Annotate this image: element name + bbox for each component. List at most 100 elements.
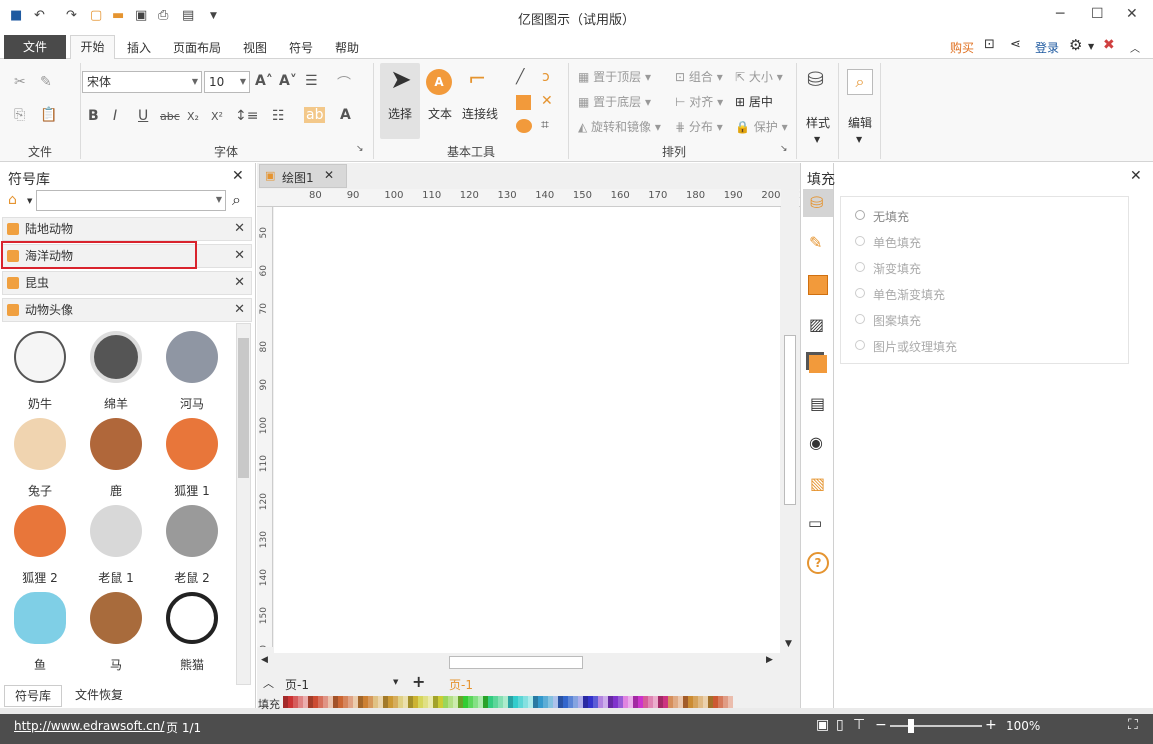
fill-option-single-gradient[interactable]: 单色渐变填充 [855,286,945,303]
scroll-down-icon[interactable]: ▼ [785,639,792,649]
settings-gear-icon[interactable]: ⚙ [1069,36,1082,54]
line-style-icon[interactable]: ✎ [809,233,822,252]
scrollbar-thumb[interactable] [449,656,583,669]
protect-button[interactable]: 🔒 保护 ▾ [735,118,788,135]
menu-help[interactable]: 帮助 [335,39,359,56]
animal-rabbit[interactable]: 兔子 [2,418,78,504]
fit-width-icon[interactable]: ⊤ [853,717,865,733]
select-tool-button[interactable]: ➤ 选择 [380,63,420,139]
line-spacing-icon[interactable]: ↕≡ [235,108,258,124]
add-page-icon[interactable]: + [412,672,425,691]
website-link[interactable]: http://www.edrawsoft.cn/ [14,719,164,733]
size-button[interactable]: ⇱ 大小 ▾ [735,68,783,85]
page-view-icon[interactable]: ▣ [816,717,829,733]
arc-icon[interactable]: ↄ [542,69,550,85]
menu-file[interactable]: 文件 [4,35,66,59]
style-button[interactable]: ⛁ 样式 ▼ [803,65,835,145]
animal-hippo[interactable]: 河马 [154,331,230,417]
animal-fox-1[interactable]: 狐狸 1 [154,418,230,504]
radio[interactable] [855,236,865,246]
fill-option-pattern[interactable]: 图案填充 [855,312,921,329]
edit-button[interactable]: ⌕ 编辑 ▼ [845,65,877,145]
menu-home[interactable]: 开始 [70,35,115,60]
font-family-select[interactable]: 宋体 ▼ [82,71,202,93]
radio[interactable] [855,340,865,350]
font-size-select[interactable]: 10 ▼ [204,71,250,93]
paste-icon[interactable]: 📋 [40,107,57,123]
comment-icon[interactable]: ▭ [808,514,822,532]
document-tab[interactable]: ▣ 绘图1 ✕ [259,164,347,188]
radio[interactable] [855,314,865,324]
library-search-input[interactable]: ▼ [36,190,226,211]
ellipse-icon[interactable] [516,119,532,133]
drawing-page[interactable] [274,207,780,653]
settings-dropdown-icon[interactable]: ▼ [1088,42,1094,51]
align-text-icon[interactable]: ☰ [305,73,318,89]
font-color-icon[interactable]: A [340,107,351,123]
animal-fish[interactable]: 鱼 [2,592,78,678]
arrange-settings-icon[interactable]: ↘ [780,144,788,154]
subscript-icon[interactable]: X₂ [187,110,199,123]
radio[interactable] [855,262,865,272]
menu-view[interactable]: 视图 [243,39,267,56]
cross-icon[interactable]: ✕ [541,93,553,109]
horizontal-scrollbar[interactable]: ◀ ▶ [257,654,781,670]
collapse-ribbon-icon[interactable]: ︿ [1130,40,1140,55]
tab-file-recovery[interactable]: 文件恢复 [66,685,132,707]
fill-option-solid[interactable]: 单色填充 [855,234,921,251]
fill-option-none[interactable]: 无填充 [855,208,909,225]
animal-panda[interactable]: 熊猫 [154,592,230,678]
grow-font-icon[interactable]: A˄ [255,73,273,89]
close-icon[interactable]: ✕ [234,218,245,240]
minimize-icon[interactable]: ─ [1056,6,1064,22]
color-palette[interactable] [283,696,733,708]
animal-fox-2[interactable]: 狐狸 2 [2,505,78,591]
group-button[interactable]: ⊡ 组合 ▾ [675,68,723,85]
bring-front-button[interactable]: ▦ 置于顶层 ▾ [578,68,651,85]
close-icon[interactable]: ✕ [234,299,245,321]
rotate-button[interactable]: ◭ 旋转和镜像 ▾ [578,118,661,135]
line-spacing-arc-icon[interactable]: ⌒ [337,73,351,93]
menu-page-layout[interactable]: 页面布局 [173,39,221,56]
category-land-animals[interactable]: 陆地动物 ✕ [2,217,252,241]
radio-selected[interactable] [855,210,865,220]
fit-page-icon[interactable]: ▯ [836,717,844,733]
home-icon[interactable]: ⌂ [8,192,17,208]
image-icon[interactable]: ▨ [809,315,824,334]
page-tab[interactable]: 页-1 [449,676,473,693]
close-icon[interactable]: ✕ [234,272,245,294]
help-icon[interactable]: ? [807,552,829,574]
fill-panel-button[interactable]: ⛁ [803,189,833,217]
chevron-down-icon[interactable]: ▼ [393,678,398,686]
share-screen-icon[interactable]: ⊡ [984,37,995,52]
menu-symbol[interactable]: 符号 [289,39,313,56]
scrollbar-thumb[interactable] [784,335,796,505]
hyperlink-icon[interactable]: ◉ [809,433,823,452]
animal-cow[interactable]: 奶牛 [2,331,78,417]
animal-deer[interactable]: 鹿 [78,418,154,504]
zoom-out-icon[interactable]: − [875,717,887,733]
animal-horse[interactable]: 马 [78,592,154,678]
scroll-right-icon[interactable]: ▶ [766,655,773,665]
category-insects[interactable]: 昆虫 ✕ [2,271,252,295]
library-scrollbar[interactable] [236,323,251,685]
library-close-icon[interactable]: ✕ [232,168,244,184]
maximize-icon[interactable]: ☐ [1091,6,1104,22]
scroll-left-icon[interactable]: ◀ [261,655,268,665]
align-button[interactable]: ⊢ 对齐 ▾ [675,93,723,110]
bullet-list-icon[interactable]: ☷ [272,108,285,124]
shadow-icon[interactable] [808,275,828,295]
menu-insert[interactable]: 插入 [127,39,151,56]
vertical-scrollbar[interactable]: ▼ [781,189,799,653]
center-button[interactable]: ⊞ 居中 [735,93,773,110]
tab-symbol-library[interactable]: 符号库 [4,685,62,707]
distribute-button[interactable]: ⋕ 分布 ▾ [675,118,723,135]
line-icon[interactable]: ╱ [516,69,524,85]
zoom-slider-thumb[interactable] [908,719,914,733]
strikethrough-icon[interactable]: abc [160,110,180,123]
fill-option-picture[interactable]: 图片或纹理填充 [855,338,957,355]
close-icon[interactable]: ✕ [1126,6,1138,22]
zoom-in-icon[interactable]: + [985,717,997,733]
crop-icon[interactable]: ⌗ [541,117,549,133]
search-icon[interactable]: ⌕ [232,190,241,210]
